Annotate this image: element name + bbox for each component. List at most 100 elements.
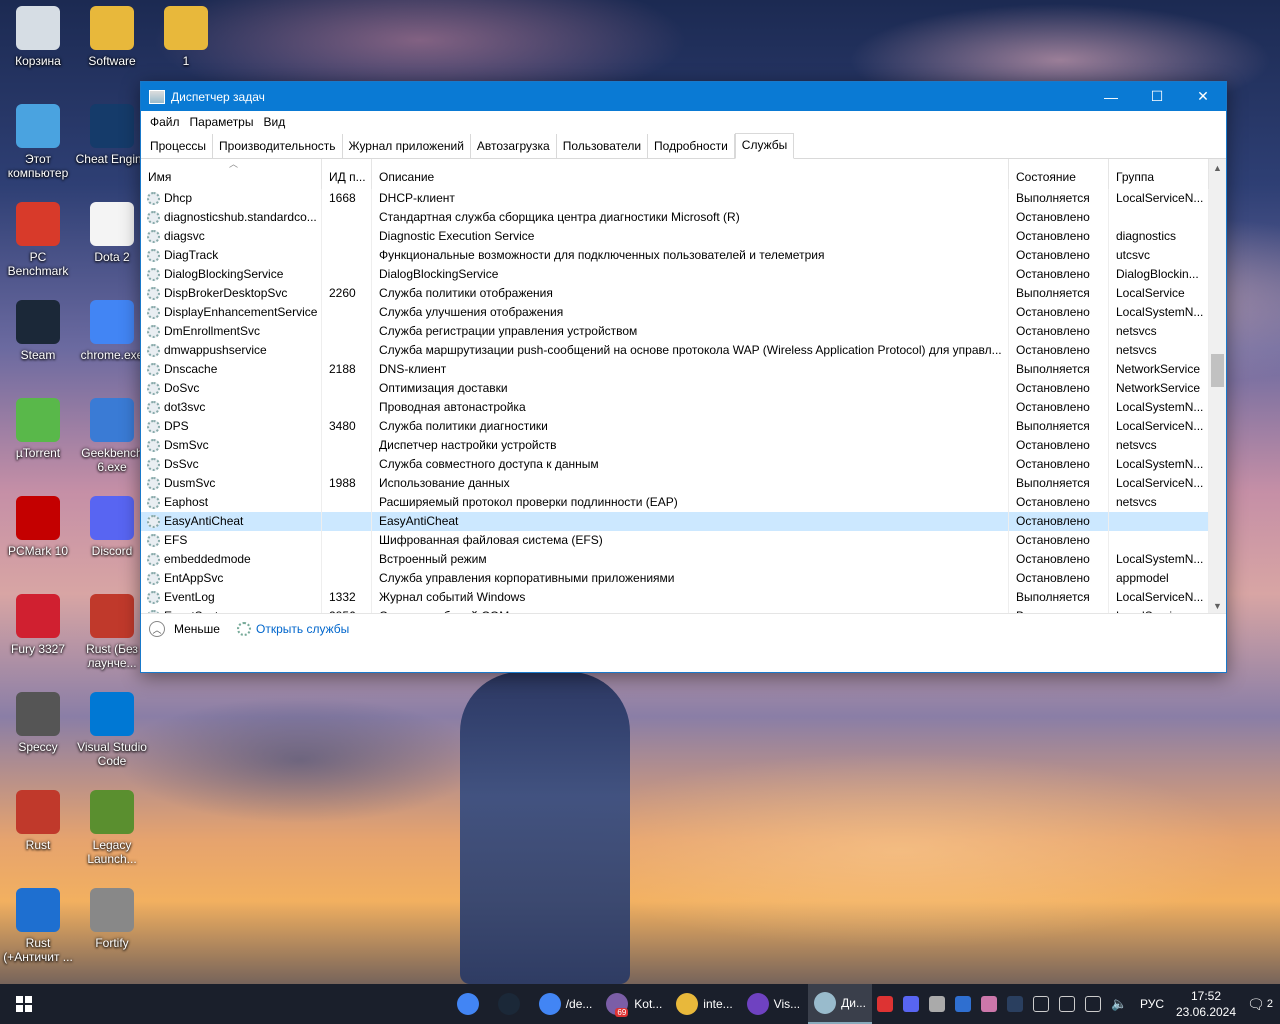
steam-tray-icon[interactable]	[1006, 996, 1023, 1012]
chevron-up-icon[interactable]: ︿	[149, 621, 165, 637]
table-row[interactable]: DisplayEnhancementService Служба улучшени…	[141, 303, 1226, 322]
desktop-icon[interactable]: Rust (Без лаунче...	[74, 594, 150, 670]
close-button[interactable]: ✕	[1180, 82, 1226, 111]
column-header-description[interactable]: Описание	[372, 159, 1009, 189]
desktop-icon[interactable]: Cheat Engine	[74, 104, 150, 166]
scrollbar-thumb[interactable]	[1211, 354, 1224, 387]
vertical-scrollbar[interactable]: ▲ ▼	[1209, 159, 1226, 613]
tray-app-icon[interactable]	[1032, 996, 1049, 1012]
table-row[interactable]: DispBrokerDesktopSvc 2260 Служба политики …	[141, 284, 1226, 303]
table-row[interactable]: embeddedmode Встроенный режим Остановлено L…	[141, 550, 1226, 569]
clock[interactable]: 17:52 23.06.2024	[1172, 988, 1240, 1020]
table-row[interactable]: EventLog 1332 Журнал событий Windows Выполн…	[141, 588, 1226, 607]
tab-details[interactable]: Подробности	[648, 134, 735, 158]
tray-app-icon[interactable]	[928, 996, 945, 1012]
volume-icon[interactable]: 🔈	[1111, 996, 1127, 1012]
desktop-icon[interactable]: Speccy	[0, 692, 76, 754]
table-row[interactable]: EFS Шифрованная файловая система (EFS) Ост…	[141, 531, 1226, 550]
table-row[interactable]: DPS 3480 Служба политики диагностики Выполн…	[141, 417, 1226, 436]
desktop-icon[interactable]: Этот компьютер	[0, 104, 76, 180]
table-row[interactable]: DusmSvc 1988 Использование данных Выполняет…	[141, 474, 1226, 493]
cell-pid: 2260	[322, 284, 372, 303]
table-row[interactable]: dot3svc Проводная автонастройка Остановлен…	[141, 398, 1226, 417]
desktop-icon[interactable]: Fury 3327	[0, 594, 76, 656]
fewer-details-button[interactable]: Меньше	[174, 622, 220, 636]
taskbar-app[interactable]: Ди...	[808, 984, 872, 1024]
taskbar-app-icon	[676, 993, 699, 1015]
maximize-button[interactable]: ☐	[1134, 82, 1180, 111]
tray-app-icon[interactable]	[954, 996, 971, 1012]
taskbar-app[interactable]: inte...	[670, 984, 738, 1024]
cell-pid	[322, 265, 372, 284]
desktop-icon[interactable]: µTorrent	[0, 398, 76, 460]
taskbar-app[interactable]: /de...	[533, 984, 599, 1024]
cell-pid	[322, 512, 372, 531]
usb-icon[interactable]	[1058, 996, 1075, 1012]
table-row[interactable]: Dhcp 1668 DHCP-клиент Выполняется LocalServi…	[141, 189, 1226, 208]
table-row[interactable]: EventSystem 2856Система событий COM+Выпол…	[141, 607, 1226, 613]
table-row[interactable]: DiagTrack Функциональные возможности для …	[141, 246, 1226, 265]
language-indicator[interactable]: РУС	[1140, 997, 1164, 1011]
desktop-icon[interactable]: Rust (+Античит ...	[0, 888, 76, 964]
title-bar[interactable]: Диспетчер задач — ☐ ✕	[141, 82, 1226, 111]
cell-state: Остановлено	[1009, 227, 1109, 246]
tab-services[interactable]: Службы	[734, 133, 795, 159]
desktop-icon[interactable]: chrome.exe	[74, 300, 150, 362]
service-gear-icon	[147, 306, 160, 319]
taskbar-app[interactable]	[451, 984, 490, 1024]
column-header-group[interactable]: Группа	[1109, 159, 1209, 189]
tray-app-icon[interactable]	[980, 996, 997, 1012]
menu-file[interactable]: Файл	[145, 115, 185, 129]
desktop-icon[interactable]: Rust	[0, 790, 76, 852]
desktop-icon[interactable]: Dota 2	[74, 202, 150, 264]
minimize-button[interactable]: —	[1088, 82, 1134, 111]
desktop-icon[interactable]: Legacy Launch...	[74, 790, 150, 866]
column-header-status[interactable]: Состояние	[1009, 159, 1109, 189]
network-icon[interactable]	[1084, 996, 1101, 1012]
table-row[interactable]: DsmSvc Диспетчер настройки устройств Остан…	[141, 436, 1226, 455]
taskbar-app[interactable]: Vis...	[741, 984, 806, 1024]
table-row[interactable]: diagsvc Diagnostic Execution Service Остан…	[141, 227, 1226, 246]
desktop-icon[interactable]: PCMark 10	[0, 496, 76, 558]
desktop-icon[interactable]: 1	[148, 6, 224, 68]
cell-state: Выполняется	[1009, 284, 1109, 303]
desktop-icon[interactable]: Корзина	[0, 6, 76, 68]
tab-processes[interactable]: Процессы	[144, 134, 214, 158]
menu-bar: Файл Параметры Вид	[141, 111, 1226, 133]
tray-app-icon[interactable]	[876, 996, 893, 1012]
table-row[interactable]: diagnosticshub.standardco... Стандартная …	[141, 208, 1226, 227]
desktop-icon[interactable]: Fortify	[74, 888, 150, 950]
table-row[interactable]: EntAppSvc Служба управления корпоративным…	[141, 569, 1226, 588]
scroll-down-icon[interactable]: ▼	[1209, 597, 1226, 613]
table-row[interactable]: DoSvc Оптимизация доставки Остановлено Netw…	[141, 379, 1226, 398]
table-row[interactable]: Dnscache 2188 DNS-клиент Выполняется Network…	[141, 360, 1226, 379]
table-row[interactable]: DmEnrollmentSvc Служба регистрации управл…	[141, 322, 1226, 341]
menu-options[interactable]: Параметры	[185, 115, 259, 129]
table-row[interactable]: DialogBlockingService DialogBlockingServi…	[141, 265, 1226, 284]
desktop-icon[interactable]: Software	[74, 6, 150, 68]
taskbar-app[interactable]	[492, 984, 531, 1024]
app-icon	[16, 888, 60, 932]
desktop-icon[interactable]: Geekbench 6.exe	[74, 398, 150, 474]
windows-start-icon[interactable]	[0, 984, 47, 1024]
scroll-up-icon[interactable]: ▲	[1209, 159, 1226, 176]
table-row[interactable]: DsSvc Служба совместного доступа к данным…	[141, 455, 1226, 474]
tab-performance[interactable]: Производительность	[213, 134, 343, 158]
tab-app-history[interactable]: Журнал приложений	[342, 134, 471, 158]
open-services-link[interactable]: Открыть службы	[256, 622, 349, 636]
desktop-icon[interactable]: PC Benchmark	[0, 202, 76, 278]
table-row[interactable]: Eaphost Расширяемый протокол проверки под…	[141, 493, 1226, 512]
menu-view[interactable]: Вид	[258, 115, 290, 129]
desktop-icon[interactable]: Visual Studio Code	[74, 692, 150, 768]
desktop-icon[interactable]: Steam	[0, 300, 76, 362]
tab-startup[interactable]: Автозагрузка	[470, 134, 557, 158]
desktop-icon[interactable]: Discord	[74, 496, 150, 558]
notification-center[interactable]: 🗨 2	[1240, 996, 1280, 1013]
discord-tray-icon[interactable]	[902, 996, 919, 1012]
table-row[interactable]: EasyAntiCheat EasyAntiCheat Остановлено	[141, 512, 1226, 531]
taskbar-app[interactable]: 69 Kot...	[600, 984, 668, 1024]
column-header-pid[interactable]: ИД п...	[322, 159, 372, 189]
taskbar-app-icon	[456, 993, 479, 1015]
tab-users[interactable]: Пользователи	[556, 134, 649, 158]
table-row[interactable]: dmwappushservice Служба маршрутизации pus…	[141, 341, 1226, 360]
